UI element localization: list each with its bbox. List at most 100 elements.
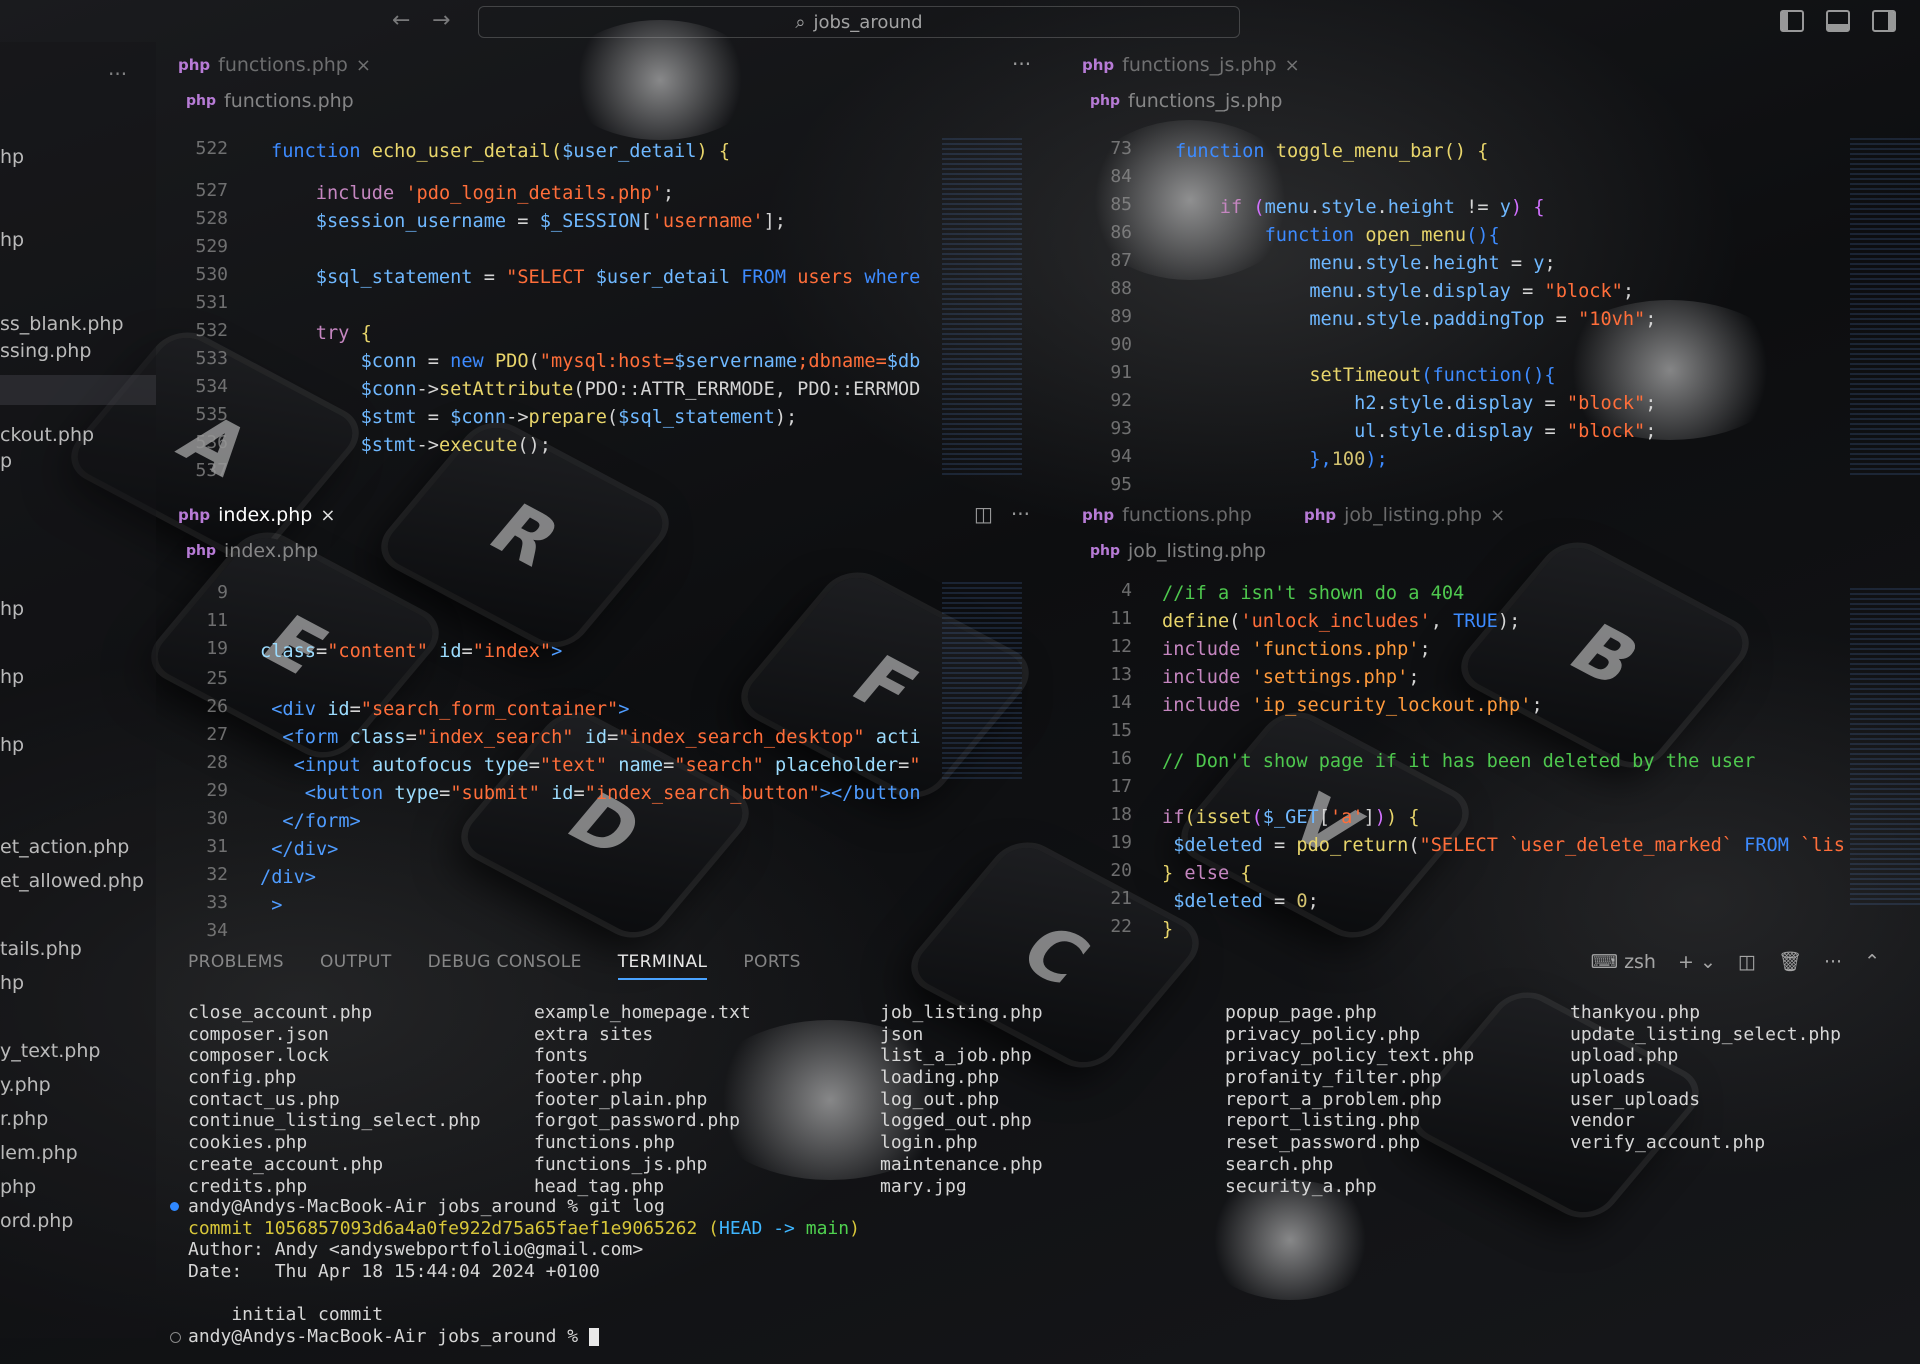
command-center-search[interactable]: ⌕ jobs_around: [478, 6, 1240, 38]
code-line: <div id="search_form_container">: [271, 699, 630, 720]
tab-index-php[interactable]: php index.php ×: [178, 502, 335, 528]
tab-functions-php[interactable]: php functions.php: [1082, 502, 1252, 528]
toggle-panel-icon[interactable]: [1826, 10, 1850, 32]
terminal-column: thankyou.php update_listing_select.php u…: [1570, 1002, 1841, 1154]
file-item[interactable]: hp: [0, 662, 156, 692]
line-number: 22: [1110, 916, 1132, 937]
commit-head: HEAD ->: [719, 1217, 806, 1239]
more-actions-icon[interactable]: ···: [108, 62, 127, 86]
code-line: include 'settings.php';: [1162, 667, 1420, 688]
code-line: define('unlock_includes', TRUE);: [1162, 611, 1521, 632]
line-number: 529: [195, 236, 228, 257]
new-terminal-icon[interactable]: + ⌄: [1678, 951, 1716, 973]
back-arrow-icon[interactable]: ←: [392, 8, 410, 33]
file-item[interactable]: hp: [0, 142, 156, 172]
terminal-file: privacy_policy_text.php: [1225, 1045, 1475, 1067]
terminal-file: forgot_password.php: [534, 1110, 740, 1132]
chevron-up-icon[interactable]: ⌃: [1864, 951, 1880, 973]
line-number: 533: [195, 348, 228, 369]
code-line: </form>: [282, 811, 361, 832]
breadcrumb[interactable]: php functions.php: [186, 90, 354, 112]
terminal-file: footer_plain.php: [534, 1088, 708, 1110]
close-icon[interactable]: ×: [1490, 505, 1505, 526]
terminal-file: close_account.php: [188, 1002, 373, 1023]
file-item[interactable]: tails.php: [0, 934, 156, 964]
tab-functions-php[interactable]: php functions.php ×: [178, 52, 371, 78]
minimap[interactable]: [1850, 588, 1920, 908]
file-item[interactable]: hp: [0, 594, 156, 624]
breadcrumb-file: functions_js.php: [1128, 90, 1283, 112]
file-item[interactable]: ssing.php: [0, 336, 156, 366]
terminal-file: reset_password.php: [1225, 1132, 1421, 1154]
breadcrumb[interactable]: php functions_js.php: [1090, 90, 1282, 112]
tab-functions-js-php[interactable]: php functions_js.php ×: [1082, 52, 1300, 78]
line-number: 29: [206, 780, 228, 801]
file-item[interactable]: php: [0, 1172, 156, 1202]
file-item[interactable]: ss_blank.php: [0, 309, 156, 339]
tab-debug-console[interactable]: DEBUG CONSOLE: [428, 952, 582, 980]
file-item[interactable]: y_text.php: [0, 1036, 156, 1066]
terminal-prompt: andy@Andys-MacBook-Air jobs_around % git…: [188, 1196, 665, 1217]
terminal-shell-selector[interactable]: ⌨ zsh: [1591, 951, 1656, 973]
breadcrumb[interactable]: php index.php: [186, 540, 318, 562]
status-bar: [0, 1338, 1920, 1364]
forward-arrow-icon[interactable]: →: [432, 8, 450, 33]
minimap[interactable]: [942, 138, 1022, 478]
file-item[interactable]: ord.php: [0, 1206, 156, 1236]
tab-problems[interactable]: PROBLEMS: [188, 952, 284, 980]
file-item[interactable]: et_allowed.php: [0, 866, 156, 896]
tab-job-listing-php[interactable]: php job_listing.php ×: [1304, 502, 1505, 528]
toggle-primary-sidebar-icon[interactable]: [1780, 10, 1804, 32]
file-item[interactable]: lem.php: [0, 1138, 156, 1168]
code-area[interactable]: function toggle_menu_bar() { if (menu.st…: [1175, 138, 1815, 498]
terminal-file: composer.json: [188, 1023, 329, 1045]
line-number: 531: [195, 292, 228, 313]
close-icon[interactable]: ×: [1285, 55, 1300, 76]
code-area[interactable]: function echo_user_detail($user_detail) …: [271, 138, 921, 488]
file-item[interactable]: et_action.php: [0, 832, 156, 862]
more-actions-icon[interactable]: ···: [1824, 951, 1842, 973]
minimap[interactable]: [942, 582, 1022, 782]
line-number: 532: [195, 320, 228, 341]
terminal-file: profanity_filter.php: [1225, 1067, 1442, 1089]
terminal-file: continue_listing_select.php: [188, 1110, 481, 1132]
file-item[interactable]: p: [0, 446, 156, 476]
toggle-secondary-sidebar-icon[interactable]: [1872, 10, 1896, 32]
tab-output[interactable]: OUTPUT: [320, 952, 392, 980]
php-file-icon: php: [1090, 93, 1121, 109]
split-editor-icon[interactable]: ◫: [974, 502, 993, 526]
tab-label: functions.php: [1122, 504, 1252, 526]
split-terminal-icon[interactable]: ◫: [1738, 951, 1756, 973]
tab-terminal[interactable]: TERMINAL: [617, 952, 708, 980]
layout-controls: [1780, 10, 1896, 32]
breadcrumb-file: functions.php: [224, 90, 354, 112]
terminal-file: loading.php: [880, 1067, 1000, 1089]
commit-ref-open: (: [697, 1217, 720, 1239]
close-icon[interactable]: ×: [356, 55, 371, 76]
terminal-icon: ⌨: [1590, 950, 1619, 973]
more-actions-icon[interactable]: ···: [1011, 502, 1030, 526]
file-item[interactable]: y.php: [0, 1070, 156, 1100]
file-item[interactable]: hp: [0, 225, 156, 255]
code-line: <form class="index_search" id="index_sea…: [282, 727, 920, 748]
code-line: /div>: [260, 867, 316, 888]
tab-ports[interactable]: PORTS: [743, 952, 800, 980]
php-file-icon: php: [186, 93, 217, 109]
terminal-file: security_a.php: [1225, 1175, 1377, 1197]
trash-icon[interactable]: 🗑: [1778, 950, 1802, 973]
minimap[interactable]: [1850, 138, 1920, 478]
more-actions-icon[interactable]: ···: [1012, 52, 1031, 76]
breadcrumb[interactable]: php job_listing.php: [1090, 540, 1266, 562]
code-line: $stmt->execute();: [360, 435, 551, 456]
file-item[interactable]: hp: [0, 968, 156, 998]
code-area[interactable]: class="content" id="index"> <div id="sea…: [260, 638, 920, 938]
close-icon[interactable]: ×: [320, 505, 335, 526]
line-number: 20: [1110, 860, 1132, 881]
code-line: class="content" id="index">: [260, 641, 563, 662]
line-number: 19: [206, 638, 228, 659]
code-line: $conn->setAttribute(PDO::ATTR_ERRMODE, P…: [360, 379, 921, 400]
code-area[interactable]: //if a isn't shown do a 404 define('unlo…: [1162, 580, 1902, 940]
code-line: },100);: [1309, 449, 1388, 470]
file-item[interactable]: hp: [0, 730, 156, 760]
file-item[interactable]: r.php: [0, 1104, 156, 1134]
